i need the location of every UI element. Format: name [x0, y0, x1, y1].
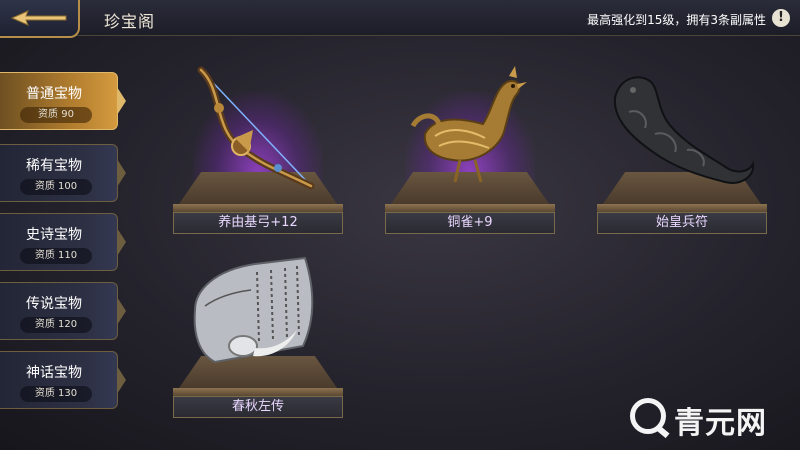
back-button[interactable]	[0, 0, 80, 38]
quality-badge: 资质 90	[20, 107, 92, 123]
pedestal-front	[173, 388, 343, 396]
page-title: 珍宝阁	[104, 12, 156, 31]
tiger-tally-icon	[613, 76, 755, 184]
quality-badge: 资质 110	[20, 248, 92, 264]
tab-epic-treasure[interactable]: 史诗宝物 资质 110	[0, 213, 126, 271]
treasure-card-scroll-book[interactable]: 春秋左传	[173, 236, 343, 418]
treasure-card-bow[interactable]: 养由基弓+12	[173, 52, 343, 234]
scroll-book-icon	[193, 256, 314, 364]
quality-badge: 资质 130	[20, 386, 92, 402]
top-bar: 珍宝阁 最高强化到15级，拥有3条副属性 !	[0, 0, 800, 38]
pedestal-front	[173, 204, 343, 212]
tab-label: 普通宝物	[26, 86, 82, 102]
item-name: 始皇兵符	[597, 212, 767, 234]
tab-label: 传说宝物	[26, 296, 82, 312]
back-arrow-icon	[10, 10, 67, 26]
treasure-card-tiger-tally[interactable]: 始皇兵符	[597, 52, 767, 234]
tab-rare-treasure[interactable]: 稀有宝物 资质 100	[0, 144, 126, 202]
header-tip: 最高强化到15级，拥有3条副属性	[587, 13, 766, 27]
item-name: 养由基弓+12	[173, 212, 343, 234]
item-name: 铜雀+9	[385, 212, 555, 234]
treasure-card-bronze-bird[interactable]: 铜雀+9	[385, 52, 555, 234]
pedestal-front	[385, 204, 555, 212]
tab-label: 史诗宝物	[26, 227, 82, 243]
tab-legendary-treasure[interactable]: 传说宝物 资质 120	[0, 282, 126, 340]
watermark-text: 青元网	[674, 406, 767, 441]
bow-icon	[197, 66, 315, 190]
info-icon[interactable]: !	[772, 9, 790, 27]
site-watermark: 青元网	[630, 396, 790, 441]
bronze-bird-icon	[410, 66, 527, 183]
item-name: 春秋左传	[173, 396, 343, 418]
tab-mythic-treasure[interactable]: 神话宝物 资质 130	[0, 351, 126, 409]
pedestal-front	[597, 204, 767, 212]
tab-common-treasure[interactable]: 普通宝物 资质 90	[0, 72, 126, 130]
quality-badge: 资质 120	[20, 317, 92, 333]
tab-label: 神话宝物	[26, 365, 82, 381]
tab-label: 稀有宝物	[26, 158, 82, 174]
quality-badge: 资质 100	[20, 179, 92, 195]
watermark-logo-icon	[630, 398, 666, 434]
